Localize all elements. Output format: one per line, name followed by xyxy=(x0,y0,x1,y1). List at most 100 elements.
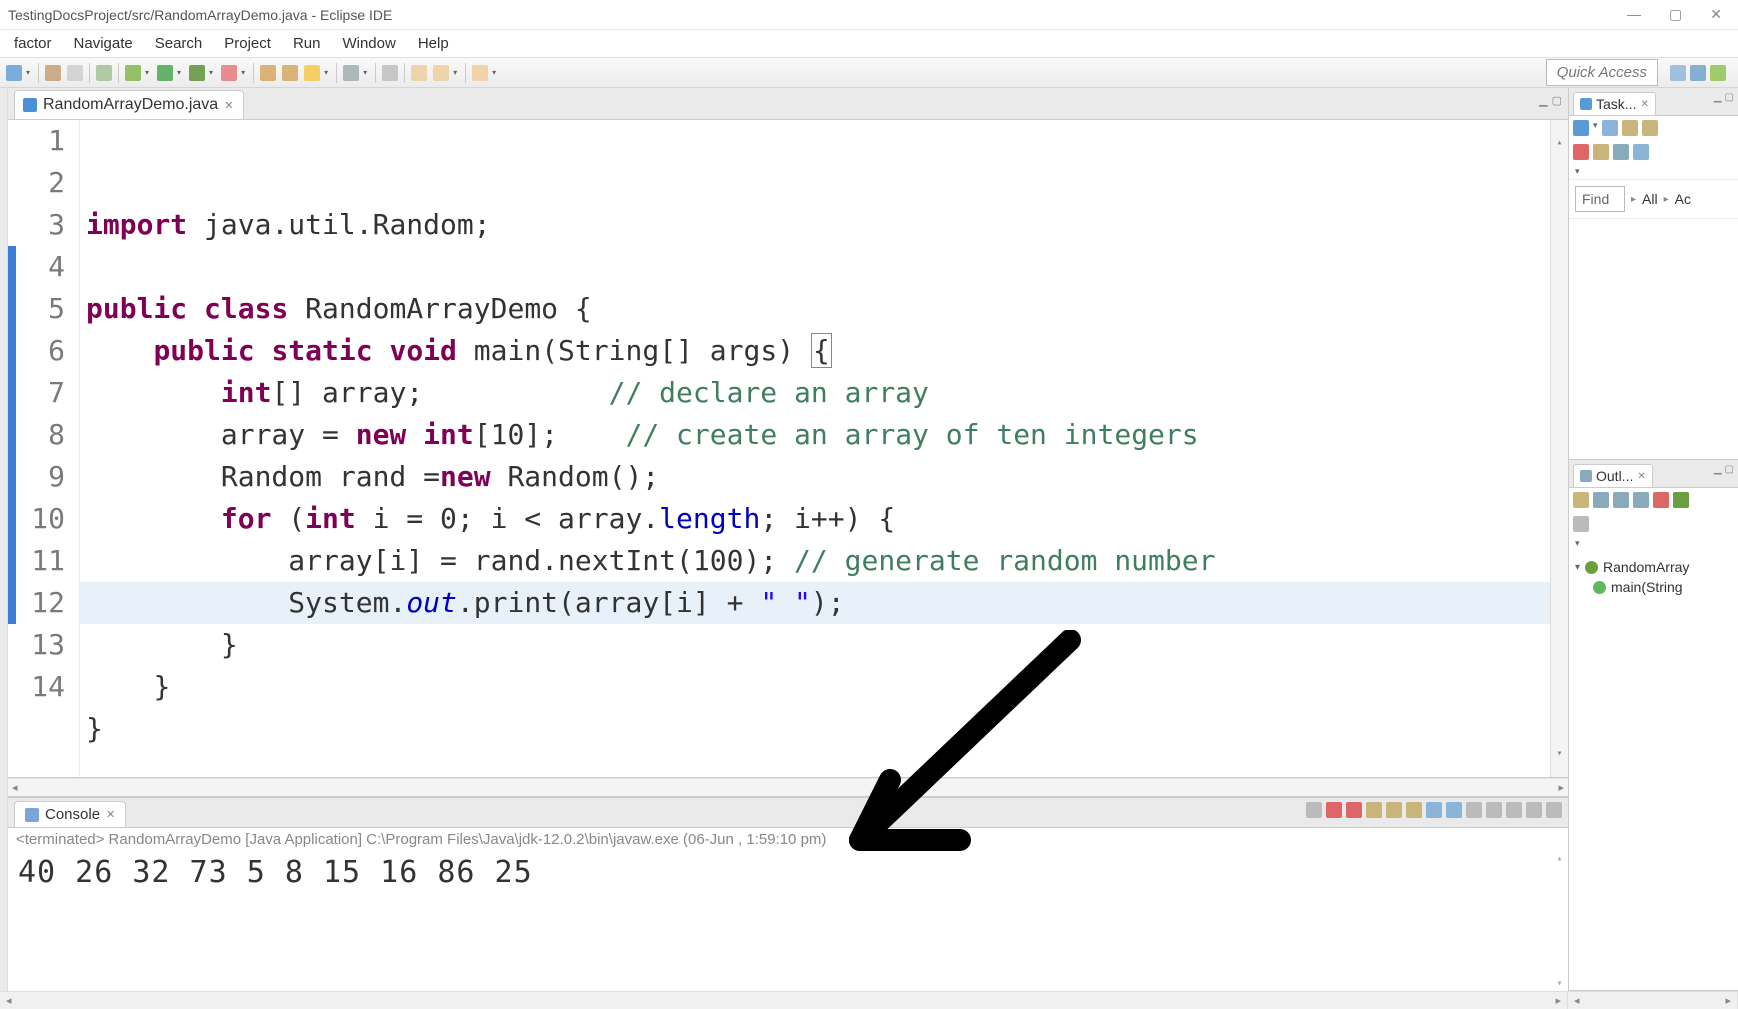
link-editor-icon[interactable] xyxy=(1573,516,1589,532)
coverage-icon[interactable] xyxy=(189,65,205,81)
editor-tab-randomarraydemo[interactable]: RandomArrayDemo.java ✕ xyxy=(14,90,244,119)
bracket-match: { xyxy=(811,333,832,368)
scroll-lock-icon[interactable] xyxy=(1386,802,1402,818)
quick-access[interactable]: Quick Access xyxy=(1546,59,1658,86)
forward-icon[interactable] xyxy=(433,65,449,81)
new-file-icon[interactable] xyxy=(304,65,320,81)
code-token: int xyxy=(423,418,474,451)
debug-perspective-icon[interactable] xyxy=(1710,65,1726,81)
new-icon[interactable] xyxy=(6,65,22,81)
close-window-button[interactable]: ✕ xyxy=(1710,6,1722,23)
scroll-down-icon[interactable]: ▾ xyxy=(1556,733,1562,775)
toggle-mark-icon[interactable] xyxy=(382,65,398,81)
menu-help[interactable]: Help xyxy=(408,33,459,54)
link-icon[interactable] xyxy=(1633,144,1649,160)
menu-navigate[interactable]: Navigate xyxy=(64,33,143,54)
close-console-icon[interactable]: ✕ xyxy=(106,808,115,821)
scroll-down-icon[interactable]: ▾ xyxy=(1556,978,1563,989)
hide-local-icon[interactable] xyxy=(1653,492,1669,508)
new-package-icon[interactable] xyxy=(260,65,276,81)
maximize-console-icon[interactable] xyxy=(1546,802,1562,818)
code-token: ; i++) { xyxy=(760,502,895,535)
close-tab-icon[interactable]: ✕ xyxy=(224,99,233,112)
run-last-icon[interactable] xyxy=(221,65,237,81)
minimize-view-icon[interactable]: ▁ xyxy=(1714,464,1722,475)
clear-console-icon[interactable] xyxy=(1366,802,1382,818)
outline-tree[interactable]: ▾ RandomArray main(String xyxy=(1569,551,1738,603)
console-output[interactable]: 40 26 32 73 5 8 15 16 86 25 ▴ ▾ xyxy=(8,851,1568,991)
save-all-icon[interactable] xyxy=(67,65,83,81)
menu-refactor[interactable]: factor xyxy=(4,33,62,54)
hide-static-icon[interactable] xyxy=(1613,492,1629,508)
build-icon[interactable] xyxy=(96,65,112,81)
hide-icon[interactable] xyxy=(1573,144,1589,160)
console-dropdown-icon[interactable] xyxy=(1486,802,1502,818)
focus-task-icon[interactable] xyxy=(1673,492,1689,508)
menu-search[interactable]: Search xyxy=(145,33,213,54)
open-perspective-icon[interactable] xyxy=(1670,65,1686,81)
minimize-view-icon[interactable]: ▁ xyxy=(1539,94,1547,107)
code-editor[interactable]: 1 2 3 4 5 6 7 8 9 10 11 12 13 14 import … xyxy=(8,120,1568,778)
outline-method-node[interactable]: main(String xyxy=(1575,577,1732,597)
bottom-scroll-right[interactable]: ◂▸ xyxy=(1568,992,1738,1009)
new-task-icon[interactable] xyxy=(1573,120,1589,136)
remove-launch-icon[interactable] xyxy=(1326,802,1342,818)
scroll-left-icon[interactable]: ◂ xyxy=(12,781,18,794)
bottom-scroll-left[interactable]: ◂▸ xyxy=(0,992,1568,1009)
back-icon[interactable] xyxy=(411,65,427,81)
pin-console-icon[interactable] xyxy=(1426,802,1442,818)
hide-nonpublic-icon[interactable] xyxy=(1633,492,1649,508)
run-icon[interactable] xyxy=(157,65,173,81)
display-console-icon[interactable] xyxy=(1446,802,1462,818)
sort-icon[interactable] xyxy=(1573,492,1589,508)
menu-window[interactable]: Window xyxy=(332,33,405,54)
debug-icon[interactable] xyxy=(125,65,141,81)
line-number: 11 xyxy=(8,540,69,582)
maximize-button[interactable]: ▢ xyxy=(1669,6,1682,23)
scroll-up-icon[interactable]: ▴ xyxy=(1556,853,1563,864)
search-icon[interactable] xyxy=(343,65,359,81)
hide-fields-icon[interactable] xyxy=(1593,492,1609,508)
minimize-view-icon[interactable]: ▁ xyxy=(1714,92,1722,103)
maximize-view-icon[interactable]: ▢ xyxy=(1725,92,1734,103)
close-task-tab-icon[interactable]: ✕ xyxy=(1640,99,1648,110)
java-perspective-icon[interactable] xyxy=(1690,65,1706,81)
editor-vertical-scrollbar[interactable]: ▴ ▾ xyxy=(1550,120,1568,777)
close-outline-tab-icon[interactable]: ✕ xyxy=(1637,471,1645,482)
save-icon[interactable] xyxy=(45,65,61,81)
task-list-tab[interactable]: Task... ✕ xyxy=(1573,92,1656,115)
focus-icon[interactable] xyxy=(1613,144,1629,160)
console-tab[interactable]: Console ✕ xyxy=(14,801,126,827)
word-wrap-icon[interactable] xyxy=(1406,802,1422,818)
task-filter-activate[interactable]: Ac xyxy=(1675,191,1691,207)
task-find-input[interactable]: Find xyxy=(1575,186,1625,212)
schedule-icon[interactable] xyxy=(1622,120,1638,136)
scroll-up-icon[interactable]: ▴ xyxy=(1556,122,1562,164)
minimize-console-icon[interactable] xyxy=(1526,802,1542,818)
new-class-icon[interactable] xyxy=(282,65,298,81)
menu-project[interactable]: Project xyxy=(214,33,281,54)
maximize-view-icon[interactable]: ▢ xyxy=(1725,464,1734,475)
categorize-icon[interactable] xyxy=(1602,120,1618,136)
scroll-right-icon[interactable]: ▸ xyxy=(1558,781,1564,794)
expand-icon[interactable]: ▾ xyxy=(1575,562,1580,573)
task-list-body[interactable] xyxy=(1569,219,1738,459)
open-console-icon[interactable] xyxy=(1466,802,1482,818)
line-number: 4 xyxy=(8,246,69,288)
synchronize-icon[interactable] xyxy=(1642,120,1658,136)
outline-class-node[interactable]: ▾ RandomArray xyxy=(1575,557,1732,577)
terminate-icon[interactable] xyxy=(1306,802,1322,818)
editor-horizontal-scrollbar[interactable]: ◂ ▸ xyxy=(8,778,1568,796)
collapse-icon[interactable] xyxy=(1593,144,1609,160)
code-token: static xyxy=(271,334,372,367)
new-console-icon[interactable] xyxy=(1506,802,1522,818)
maximize-view-icon[interactable]: ▢ xyxy=(1552,94,1562,107)
menu-run[interactable]: Run xyxy=(283,33,331,54)
nav-back-icon[interactable] xyxy=(472,65,488,81)
outline-tab[interactable]: Outl... ✕ xyxy=(1573,464,1653,487)
task-filter-all[interactable]: All xyxy=(1642,191,1658,207)
code-area[interactable]: import java.util.Random; public class Ra… xyxy=(80,120,1550,777)
remove-all-icon[interactable] xyxy=(1346,802,1362,818)
minimize-button[interactable]: — xyxy=(1627,6,1641,23)
console-vertical-scrollbar[interactable]: ▴ ▾ xyxy=(1552,851,1568,991)
